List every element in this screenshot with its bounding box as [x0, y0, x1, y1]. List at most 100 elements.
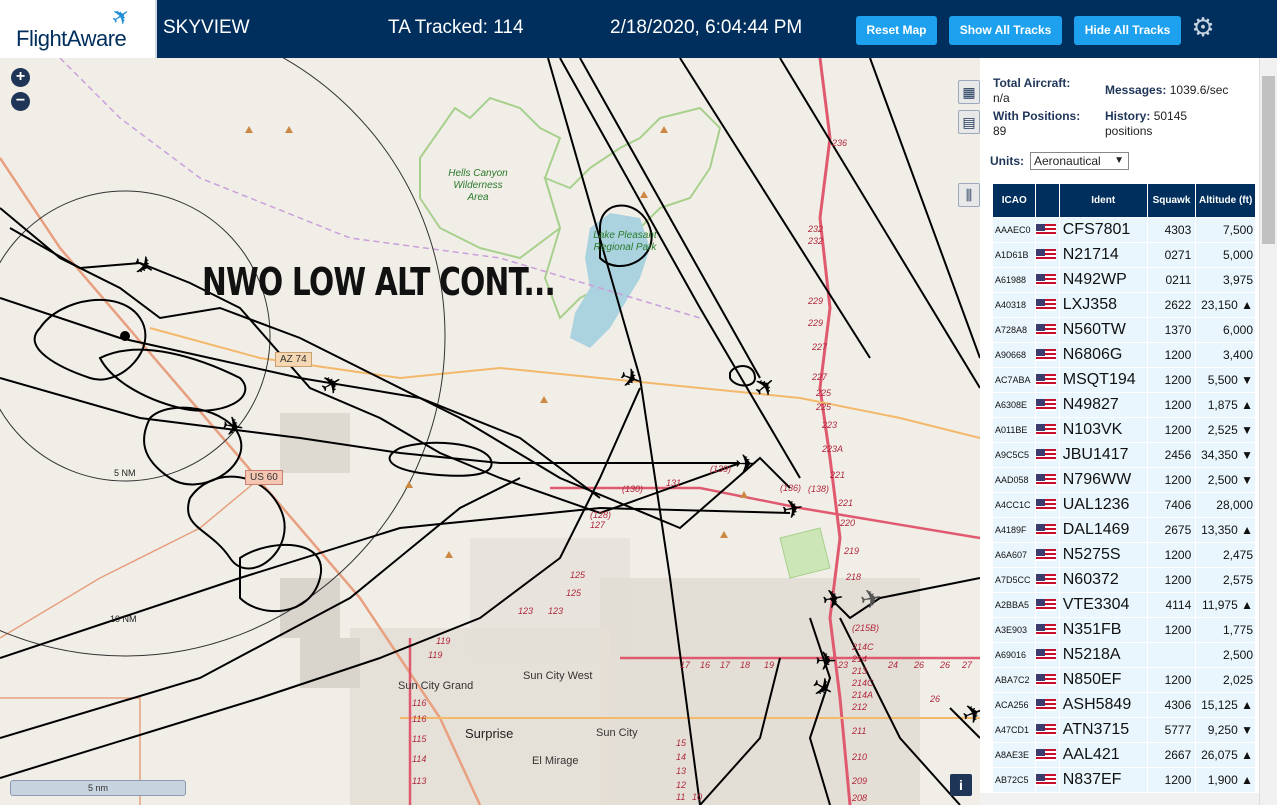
altitude-cell: 11,975 ▲ — [1196, 593, 1255, 617]
aircraft-sidebar: Total Aircraft: n/a Messages: 1039.6/sec… — [980, 58, 1277, 805]
total-aircraft-stat: Total Aircraft: n/a — [993, 76, 1103, 106]
us-flag-icon — [1036, 493, 1059, 517]
squawk-cell: 0211 — [1147, 268, 1196, 292]
column-header-squawk[interactable]: Squawk — [1147, 184, 1196, 217]
ring-10nm-label: 10 NM — [110, 614, 137, 624]
sidebar-scrollbar-thumb[interactable] — [1262, 76, 1275, 244]
us-flag-icon — [1036, 468, 1059, 492]
exit-label: 232 — [808, 236, 824, 246]
reset-map-button[interactable]: Reset Map — [856, 16, 937, 45]
table-row[interactable]: A728A8 N560TW 1370 6,000 — [993, 318, 1255, 342]
exit-label: (130) — [622, 484, 644, 494]
table-row[interactable]: A8AE3E AAL421 2667 26,075 ▲ — [993, 743, 1255, 767]
icao-cell: A6308E — [993, 393, 1036, 417]
us-flag-icon — [1036, 393, 1059, 417]
icao-cell: A47CD1 — [993, 718, 1036, 742]
site-name: SKYVIEW — [163, 17, 250, 38]
table-row[interactable]: ACA256 ASH5849 4306 15,125 ▲ — [993, 693, 1255, 717]
ident-cell: N5275S — [1059, 543, 1147, 567]
table-row[interactable]: A7D5CC N60372 1200 2,575 — [993, 568, 1255, 592]
table-row[interactable]: A011BE N103VK 1200 2,525 ▼ — [993, 418, 1255, 442]
squawk-cell — [1147, 643, 1196, 667]
table-row[interactable]: A3E903 N351FB 1200 1,775 — [993, 618, 1255, 642]
ident-cell: N103VK — [1059, 418, 1147, 442]
column-header-icao[interactable]: ICAO — [993, 184, 1036, 217]
gear-icon[interactable]: ⚙ — [1190, 14, 1216, 40]
table-row[interactable]: A4CC1C UAL1236 7406 28,000 — [993, 493, 1255, 517]
map-view[interactable]: ✈ ✈ ✈ ✈ ✈ ✈ ✈ ✈ ✈ ✈ ✈ ✈ Hells Canyon Wil… — [0, 58, 980, 805]
us-flag-icon — [1036, 368, 1059, 392]
icao-cell: A4CC1C — [993, 493, 1036, 517]
scale-bar: 5 nm — [10, 780, 186, 796]
ident-cell: N560TW — [1059, 318, 1147, 342]
hide-all-tracks-button[interactable]: Hide All Tracks — [1074, 16, 1181, 45]
icao-cell: A7D5CC — [993, 568, 1036, 592]
table-row[interactable]: AAD058 N796WW 1200 2,500 ▼ — [993, 468, 1255, 492]
ident-cell: N850EF — [1059, 668, 1147, 692]
us-flag-icon — [1036, 243, 1059, 267]
exit-label: 225 — [816, 388, 832, 398]
ident-cell: N351FB — [1059, 618, 1147, 642]
table-row[interactable]: A90668 N6806G 1200 3,400 — [993, 343, 1255, 367]
squawk-cell: 1200 — [1147, 668, 1196, 692]
altitude-cell: 26,075 ▲ — [1196, 743, 1255, 767]
table-row[interactable]: A61988 N492WP 0211 3,975 — [993, 268, 1255, 292]
exit-label: 221 — [838, 498, 854, 508]
exit-label: 214C — [852, 678, 874, 688]
table-row[interactable]: AAAEC0 CFS7801 4303 7,500 — [993, 218, 1255, 242]
messages-value: 1039.6/sec — [1169, 83, 1229, 97]
table-row[interactable]: A2BBA5 VTE3304 4114 11,975 ▲ — [993, 593, 1255, 617]
table-row[interactable]: A40318 LXJ358 2622 23,150 ▲ — [993, 293, 1255, 317]
table-row[interactable]: A4189F DAL1469 2675 13,350 ▲ — [993, 518, 1255, 542]
table-row[interactable]: ABA7C2 N850EF 1200 2,025 — [993, 668, 1255, 692]
table-row[interactable]: A47CD1 ATN3715 5777 9,250 ▼ — [993, 718, 1255, 742]
altitude-cell: 1,875 ▲ — [1196, 393, 1255, 417]
table-row[interactable]: AB72C5 N837EF 1200 1,900 ▲ — [993, 768, 1255, 792]
altitude-cell: 2,475 — [1196, 543, 1255, 567]
squawk-cell: 1200 — [1147, 368, 1196, 392]
sidebar-scrollbar[interactable] — [1259, 58, 1277, 805]
aircraft-callout-label[interactable]: NWO LOW ALT CONT... — [202, 260, 556, 304]
zoom-out-button[interactable]: − — [11, 92, 30, 111]
us-flag-icon — [1036, 668, 1059, 692]
us-flag-icon — [1036, 343, 1059, 367]
ident-cell: DAL1469 — [1059, 518, 1147, 542]
table-row[interactable]: A1D61B N21714 0271 5,000 — [993, 243, 1255, 267]
column-header-ident[interactable]: Ident — [1059, 184, 1147, 217]
table-horizontal-scrollbar[interactable] — [980, 793, 1259, 805]
show-all-tracks-button[interactable]: Show All Tracks — [949, 16, 1062, 45]
sun-city-grand-label: Sun City Grand — [398, 680, 474, 692]
squawk-cell: 0271 — [1147, 243, 1196, 267]
altitude-cell: 2,500 — [1196, 643, 1255, 667]
table-row[interactable]: A9C5C5 JBU1417 2456 34,350 ▼ — [993, 443, 1255, 467]
exit-label: 116 — [412, 714, 427, 724]
column-header-flag[interactable] — [1036, 184, 1059, 217]
exit-label: 220 — [840, 518, 856, 528]
squawk-cell: 1200 — [1147, 393, 1196, 417]
aircraft-table-body: AAAEC0 CFS7801 4303 7,500 A1D61B N21714 0271 5,… — [993, 218, 1255, 792]
zoom-in-button[interactable]: + — [11, 68, 30, 87]
altitude-cell: 1,775 — [1196, 618, 1255, 642]
exit-label: 125 — [570, 570, 586, 580]
units-select[interactable]: Aeronautical ▼ — [1030, 152, 1129, 170]
table-row[interactable]: AC7ABA MSQT194 1200 5,500 ▼ — [993, 368, 1255, 392]
exit-label: 114 — [412, 754, 427, 764]
ident-cell: N49827 — [1059, 393, 1147, 417]
info-icon[interactable]: i — [950, 774, 972, 796]
column-header-altitude[interactable]: Altitude (ft) — [1196, 184, 1255, 217]
map-layers-icon[interactable]: ▦ — [958, 80, 980, 104]
icao-cell: ABA7C2 — [993, 668, 1036, 692]
exit-label: 210 — [852, 752, 868, 762]
icao-cell: A61988 — [993, 268, 1036, 292]
table-row[interactable]: A6A607 N5275S 1200 2,475 — [993, 543, 1255, 567]
grid-icon[interactable]: ▤ — [958, 110, 980, 134]
ident-cell: AAL421 — [1059, 743, 1147, 767]
exit-label: 16 — [700, 660, 711, 670]
columns-icon[interactable]: ⫼ — [958, 183, 980, 207]
flightaware-logo[interactable]: FlightAware ✈ — [0, 0, 157, 58]
svg-text:✈: ✈ — [220, 410, 247, 443]
ident-cell: ASH5849 — [1059, 693, 1147, 717]
table-row[interactable]: A69016 N5218A 2,500 — [993, 643, 1255, 667]
icao-cell: A4189F — [993, 518, 1036, 542]
table-row[interactable]: A6308E N49827 1200 1,875 ▲ — [993, 393, 1255, 417]
